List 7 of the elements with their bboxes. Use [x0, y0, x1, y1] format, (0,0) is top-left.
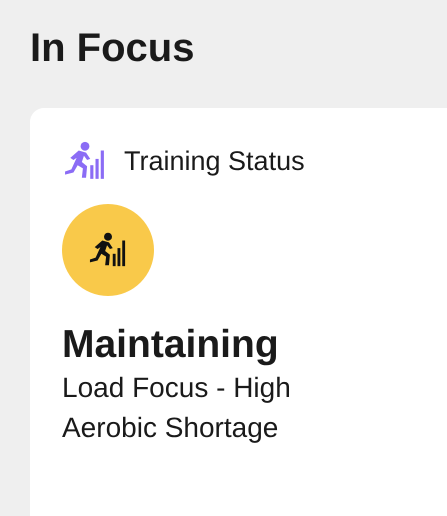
runner-bars-icon — [89, 231, 127, 269]
status-detail: Aerobic Shortage — [62, 411, 280, 445]
page-title: In Focus — [30, 25, 196, 72]
card-title: Training Status — [124, 146, 305, 176]
status-text: Maintaining — [62, 322, 280, 368]
status-detail: Load Focus - High — [62, 371, 292, 405]
runner-bars-icon — [64, 140, 106, 182]
